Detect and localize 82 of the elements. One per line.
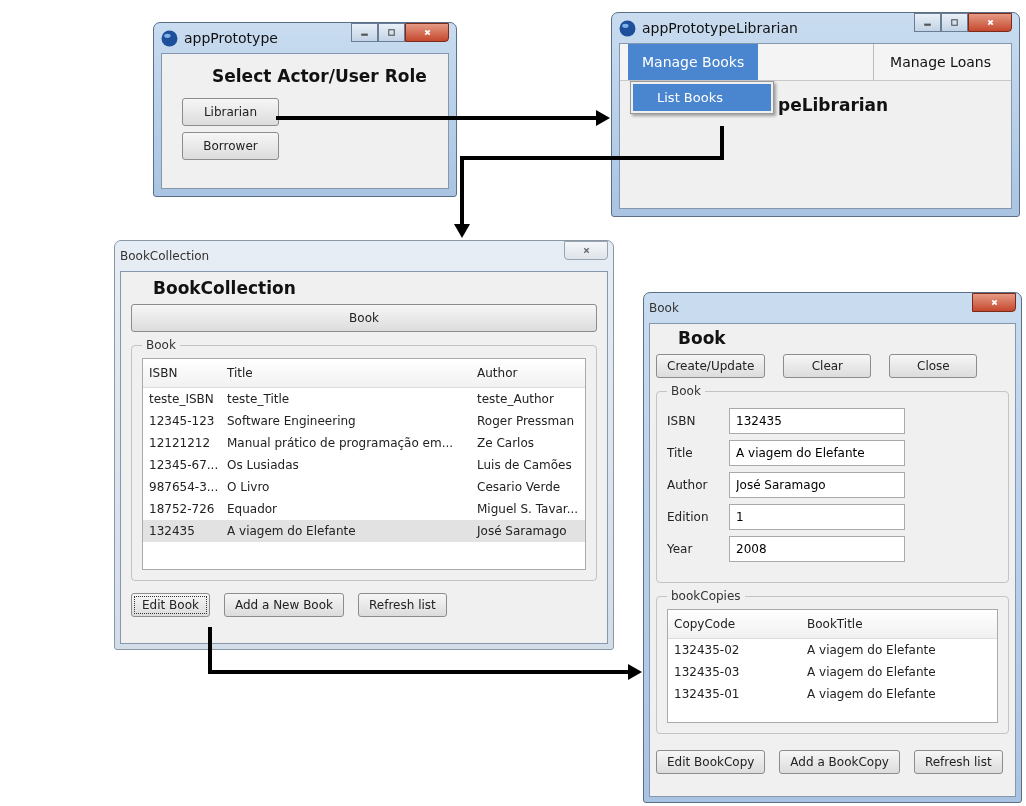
window-title: BookCollection — [120, 249, 210, 263]
table-row[interactable]: 12345-67... Os Lusiadas Luis de Camões — [143, 454, 585, 476]
menu-item[interactable]: Manage Books — [628, 44, 759, 80]
close-button[interactable] — [405, 23, 449, 42]
window-title: appPrototypeLibrarian — [642, 20, 798, 36]
action-button[interactable]: Clear — [783, 354, 872, 378]
action-button[interactable]: Refresh list — [913, 750, 1003, 774]
minimize-button[interactable] — [914, 13, 941, 32]
table-cell-text: 987654-3... — [148, 480, 220, 494]
role-button[interactable]: Librarian — [182, 98, 279, 126]
field-label: ISBN — [667, 414, 697, 428]
menu-item[interactable]: List Books — [633, 84, 771, 111]
close-button[interactable] — [972, 293, 1016, 312]
maximize-icon — [949, 17, 960, 28]
table-cell-text: José Saramago — [475, 524, 568, 538]
role-button[interactable]: Borrower — [182, 132, 279, 160]
table-cell-text: teste_Title — [226, 392, 291, 406]
table-cell-text: Luis de Camões — [476, 458, 573, 472]
table-cell-text: Cesario Verde — [476, 480, 562, 494]
table-cell-text: teste_ISBN — [148, 392, 215, 406]
heading: Book — [677, 328, 727, 348]
minimize-button[interactable] — [351, 23, 378, 42]
globe-icon — [161, 29, 178, 47]
field-label: Author — [667, 478, 709, 492]
maximize-button[interactable] — [378, 23, 405, 42]
table-row[interactable]: 987654-3... O Livro Cesario Verde — [143, 476, 585, 498]
table-row[interactable]: 12345-123 Software Engineering Roger Pressman — [143, 410, 585, 432]
heading: Select Actor/User Role — [211, 66, 427, 86]
column-header[interactable]: Title — [221, 366, 471, 380]
input-field[interactable]: A viagem do Elefante — [729, 440, 905, 466]
field-label: Year — [667, 542, 694, 556]
heading: peLibrarian — [778, 95, 889, 115]
table-cell-text: A viagem do Elefante — [806, 643, 937, 657]
input-field[interactable]: José Saramago — [729, 472, 905, 498]
column-header[interactable]: ISBN — [143, 366, 221, 380]
field-label: Edition — [667, 510, 710, 524]
action-button[interactable]: Close — [889, 354, 978, 378]
table-row[interactable]: teste_ISBN teste_Title teste_Author — [143, 388, 585, 410]
table-cell-text: Roger Pressman — [476, 414, 576, 428]
menu-item[interactable]: Manage Loans — [873, 44, 1005, 80]
field-label: Title — [667, 446, 694, 460]
table-cell-text: Os Lusiadas — [226, 458, 300, 472]
group-label: bookCopies — [670, 589, 742, 603]
action-button[interactable]: Edit BookCopy — [656, 750, 766, 774]
table-cell-text: teste_Author — [476, 392, 555, 406]
table-cell-text: 12121212 — [148, 436, 212, 450]
table-cell-text: Software Engineering — [226, 414, 357, 428]
table-row[interactable]: 18752-726 Equador Miguel S. Tavar... — [143, 498, 585, 520]
table-row[interactable]: 132435 A viagem do Elefante José Saramago — [143, 520, 585, 542]
table-cell-text: 132435-02 — [673, 643, 741, 657]
table-cell-text: Equador — [226, 502, 279, 516]
maximize-button[interactable] — [941, 13, 968, 32]
group-label: Book — [145, 338, 177, 352]
action-button[interactable]: Create/Update — [656, 354, 766, 378]
table-cell-text: 12345-123 — [148, 414, 216, 428]
maximize-icon — [386, 27, 397, 38]
heading: BookCollection — [152, 278, 297, 298]
table-cell-text: A viagem do Elefante — [806, 687, 937, 701]
input-field[interactable]: 132435 — [729, 408, 905, 434]
column-header[interactable]: Author — [471, 366, 585, 380]
table-cell-text: 132435-01 — [673, 687, 741, 701]
table-cell-text: A viagem do Elefante — [806, 665, 937, 679]
table-cell-text: 132435-03 — [673, 665, 741, 679]
column-header[interactable]: CopyCode — [668, 617, 801, 631]
window-title: Book — [649, 301, 679, 315]
column-header[interactable]: BookTitle — [801, 617, 997, 631]
table-cell-text: A viagem do Elefante — [226, 524, 357, 538]
table-cell-text: Ze Carlos — [476, 436, 535, 450]
close-button[interactable] — [968, 13, 1012, 32]
group-label: Book — [670, 384, 702, 398]
table-cell-text: 18752-726 — [148, 502, 216, 516]
table-cell-text: O Livro — [226, 480, 271, 494]
input-field[interactable]: 1 — [729, 504, 905, 530]
input-field[interactable]: 2008 — [729, 536, 905, 562]
window-title: appPrototype — [184, 30, 278, 46]
table-cell-text: 132435 — [148, 524, 196, 538]
table-row[interactable]: 12121212 Manual prático de programação em... Ze Carlos — [143, 432, 585, 454]
table-cell-text: 12345-67... — [148, 458, 220, 472]
globe-icon — [619, 19, 636, 37]
action-button[interactable]: Add a BookCopy — [779, 750, 900, 774]
table-cell-text: Manual prático de programação em... — [226, 436, 455, 450]
table-cell-text: Miguel S. Tavar... — [476, 502, 580, 516]
